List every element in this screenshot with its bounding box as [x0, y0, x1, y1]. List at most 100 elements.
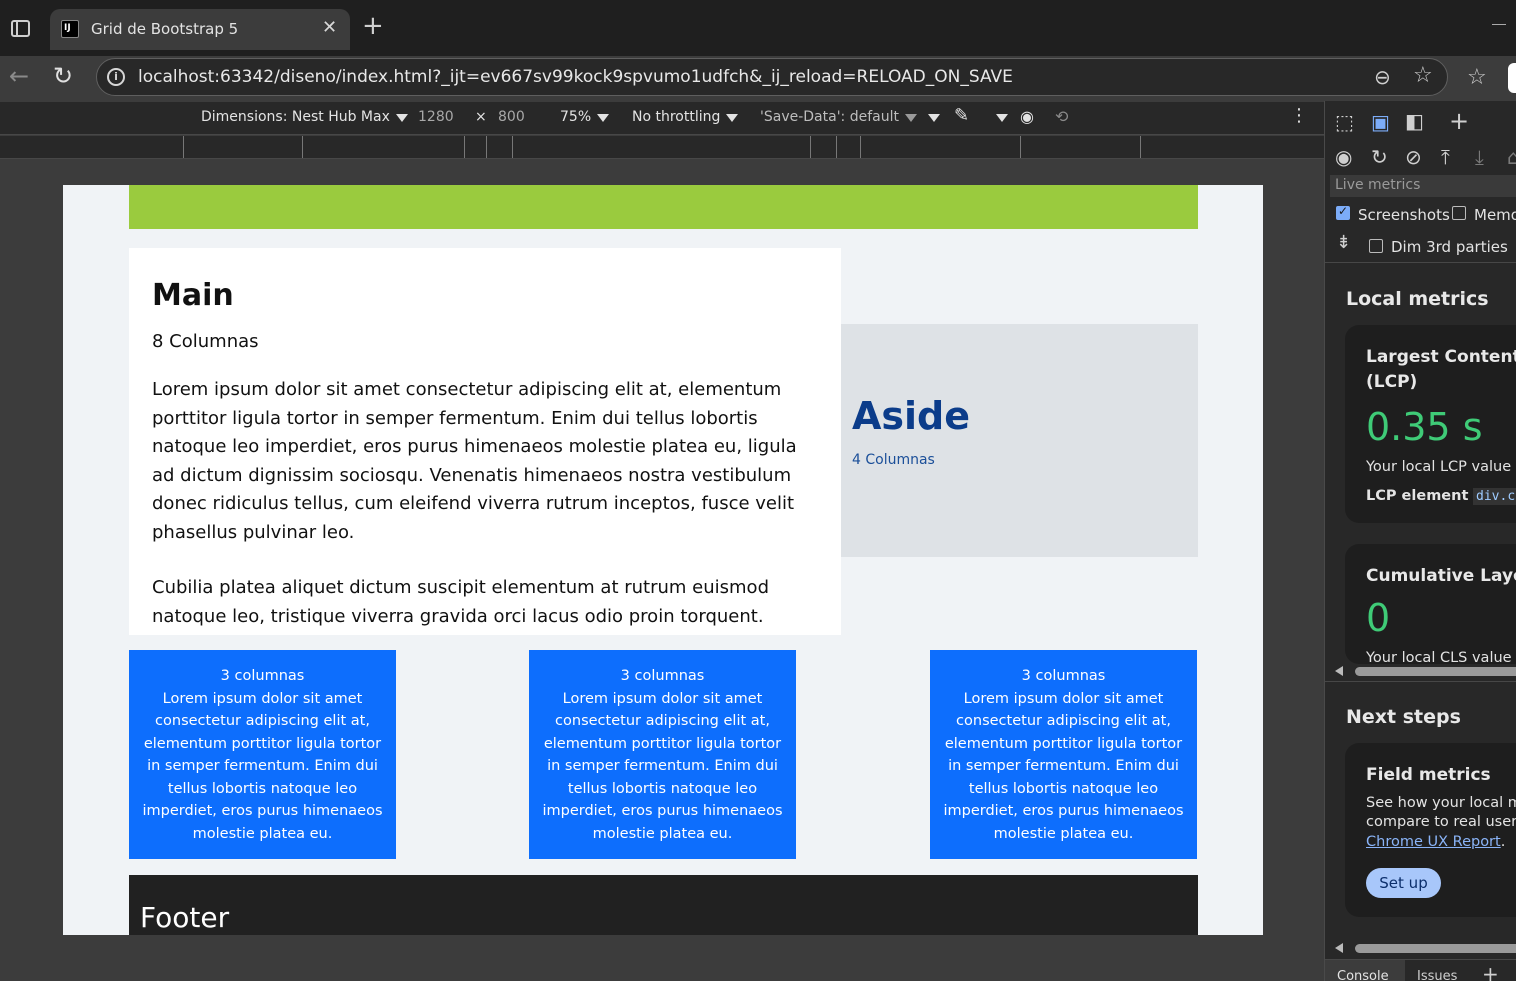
main-paragraph: Lorem ipsum dolor sit amet consectetur a…: [152, 379, 797, 543]
column-text: Lorem ipsum dolor sit amet consectetur a…: [542, 690, 783, 842]
more-caret-icon[interactable]: [922, 109, 940, 125]
upload-icon[interactable]: ⤒: [1441, 145, 1450, 169]
lcp-description: Your local LCP value of: [1366, 459, 1516, 475]
memory-checkbox[interactable]: [1452, 206, 1466, 220]
add-panel-icon[interactable]: +: [1449, 107, 1469, 135]
crux-row: Chrome UX Report.: [1366, 832, 1505, 852]
aside-title: Aside: [852, 394, 971, 438]
aside-section: Aside 4 Columnas: [841, 324, 1198, 557]
drawer-tabs: Console Issues +: [1325, 959, 1516, 981]
tab-console[interactable]: Console: [1325, 960, 1405, 981]
column-title: 3 columnas: [1021, 668, 1106, 684]
minimize-window-icon[interactable]: [1492, 24, 1506, 25]
lcp-element-row: LCP element div.col: [1366, 486, 1516, 507]
new-tab-icon[interactable]: +: [362, 12, 384, 40]
url-text[interactable]: localhost:63342/diseno/index.html?_ijt=e…: [138, 67, 1013, 87]
eye-icon[interactable]: ◉: [1020, 107, 1034, 126]
chevron-down-icon: [904, 114, 917, 122]
local-metrics-heading: Local metrics: [1346, 288, 1489, 310]
add-drawer-tab-icon[interactable]: +: [1482, 962, 1499, 981]
main-section: Main 8 Columnas Lorem ipsum dolor sit am…: [129, 248, 841, 635]
cls-card: Cumulative Layout 0 Your local CLS value…: [1345, 544, 1516, 666]
memory-label: Memo: [1474, 206, 1516, 224]
tab-search-icon[interactable]: [11, 20, 30, 37]
home-icon[interactable]: ⌂: [1507, 145, 1516, 169]
column-text: Lorem ipsum dolor sit amet consectetur a…: [943, 690, 1184, 842]
dock-side-icon[interactable]: ◧: [1405, 109, 1424, 133]
lcp-title: Largest Contentful: [1366, 347, 1516, 367]
save-data-dropdown[interactable]: 'Save-Data': default: [760, 109, 917, 125]
tab-issues[interactable]: Issues: [1417, 969, 1457, 981]
eyedropper-icon[interactable]: ✎: [954, 105, 969, 126]
tab-strip: IJ Grid de Bootstrap 5 ✕ +: [0, 0, 1516, 56]
bookmark-star-icon[interactable]: ☆: [1413, 63, 1433, 88]
setup-button[interactable]: Set up: [1366, 868, 1441, 898]
divider: [1325, 681, 1516, 682]
field-metrics-card: Field metrics See how your local me comp…: [1345, 743, 1516, 917]
main-title: Main: [152, 278, 234, 313]
width-input[interactable]: 1280: [418, 109, 454, 125]
dimensions-dropdown[interactable]: Dimensions: Nest Hub Max: [201, 109, 408, 125]
collapse-icon[interactable]: ⇟: [1336, 232, 1351, 253]
clear-icon[interactable]: ⊘: [1405, 145, 1422, 169]
zoom-dropdown[interactable]: 75%: [560, 109, 610, 125]
live-metrics-label: Live metrics: [1335, 177, 1421, 193]
device-toolbar: Dimensions: Nest Hub Max 1280 × 800 75% …: [0, 102, 1324, 135]
zoom-icon[interactable]: ⊖: [1374, 65, 1391, 89]
media-query-ruler: [0, 136, 1324, 159]
bookmarks-icon[interactable]: ☆: [1467, 65, 1487, 90]
chevron-down-icon: [395, 114, 408, 122]
footer-section: Footer: [129, 875, 1198, 935]
column-card: 3 columnas Lorem ipsum dolor sit amet co…: [930, 650, 1197, 859]
profile-avatar[interactable]: [1508, 63, 1516, 93]
aside-subtitle: 4 Columnas: [852, 452, 935, 468]
main-paragraph: Cubilia platea aliquet dictum suscipit e…: [152, 577, 769, 627]
address-bar[interactable]: i localhost:63342/diseno/index.html?_ijt…: [96, 58, 1448, 96]
field-metrics-description-line2: compare to real user d: [1366, 814, 1516, 830]
record-icon[interactable]: ◉: [1335, 145, 1352, 169]
chevron-down-icon: [726, 114, 739, 122]
reload-record-icon[interactable]: ↻: [1371, 145, 1388, 169]
browser-tab[interactable]: IJ Grid de Bootstrap 5 ✕: [50, 9, 350, 50]
height-input[interactable]: 800: [498, 109, 525, 125]
chevron-down-icon: [597, 114, 610, 122]
lcp-title-suffix: (LCP): [1366, 372, 1418, 392]
more-options-icon[interactable]: ⋮: [1290, 105, 1308, 126]
dim-3rd-parties-checkbox[interactable]: [1369, 239, 1383, 253]
field-metrics-description: See how your local me: [1366, 795, 1516, 811]
rotate-icon[interactable]: ⟲: [1055, 107, 1068, 126]
column-card: 3 columnas Lorem ipsum dolor sit amet co…: [529, 650, 796, 859]
cls-value: 0: [1366, 596, 1391, 640]
inspect-element-icon[interactable]: ⬚: [1335, 110, 1354, 134]
crux-period: .: [1500, 834, 1506, 850]
header-bar: [129, 185, 1198, 229]
cls-title: Cumulative Layout: [1366, 566, 1516, 586]
field-metrics-title: Field metrics: [1366, 765, 1491, 785]
devtools-panel: ⬚ ▣ ◧ + ◉ ↻ ⊘ ⤒ ⤓ ⌂ Live metrics Screens…: [1324, 101, 1516, 981]
next-steps-heading: Next steps: [1346, 706, 1461, 728]
reload-icon[interactable]: ↻: [53, 62, 73, 90]
live-metrics-dropdown[interactable]: Live metrics: [1330, 175, 1516, 197]
site-info-icon[interactable]: i: [107, 68, 125, 86]
download-icon[interactable]: ⤓: [1475, 145, 1484, 169]
footer-title: Footer: [140, 901, 230, 934]
vision-caret-icon[interactable]: [990, 109, 1008, 125]
intellij-favicon-icon: IJ: [61, 20, 79, 38]
column-card: 3 columnas Lorem ipsum dolor sit amet co…: [129, 650, 396, 859]
throttling-dropdown[interactable]: No throttling: [632, 109, 739, 125]
lcp-element-label: LCP element: [1366, 488, 1469, 504]
back-arrow-icon[interactable]: ←: [9, 62, 29, 90]
browser-toolbar: ← ↻ i localhost:63342/diseno/index.html?…: [0, 56, 1516, 102]
device-toggle-icon[interactable]: ▣: [1371, 110, 1390, 134]
emulated-viewport: Main 8 Columnas Lorem ipsum dolor sit am…: [63, 185, 1263, 935]
times-icon: ×: [475, 109, 487, 125]
close-tab-icon[interactable]: ✕: [322, 17, 337, 38]
column-title: 3 columnas: [220, 668, 305, 684]
cls-description: Your local CLS value of: [1366, 650, 1516, 666]
crux-link[interactable]: Chrome UX Report: [1366, 834, 1501, 850]
column-title: 3 columnas: [620, 668, 705, 684]
lcp-element-code[interactable]: div.col: [1473, 488, 1516, 505]
column-text: Lorem ipsum dolor sit amet consectetur a…: [142, 690, 383, 842]
tab-title: Grid de Bootstrap 5: [91, 20, 239, 38]
screenshots-checkbox[interactable]: [1336, 204, 1350, 220]
